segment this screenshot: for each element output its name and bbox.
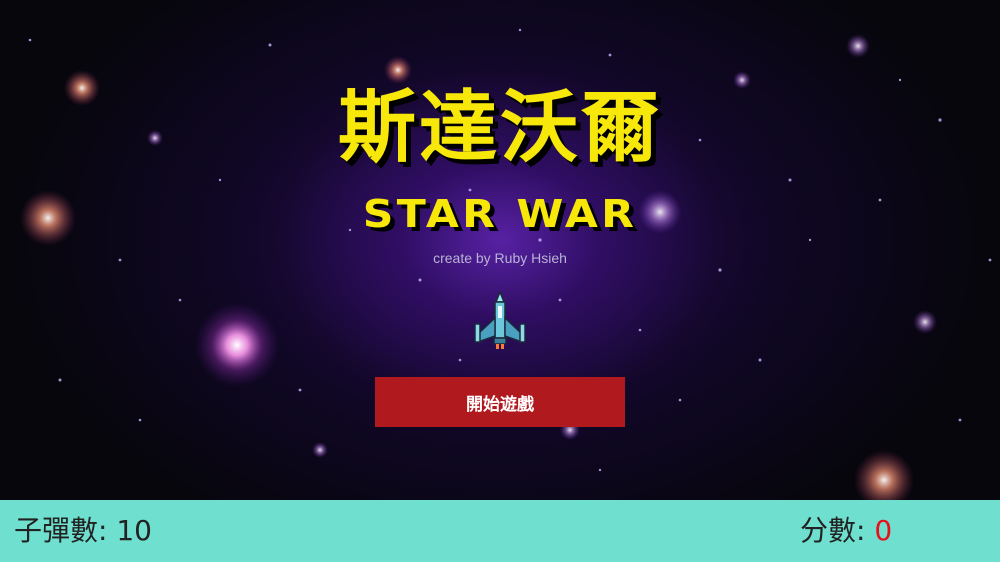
- ammo-label: 子彈數:: [14, 514, 108, 547]
- score-label: 分數:: [800, 514, 866, 547]
- spaceship-icon: [474, 290, 526, 349]
- ammo-value: 10: [116, 514, 152, 547]
- game-title-english: STAR WAR: [362, 192, 638, 236]
- ammo-counter: 子彈數: 10: [14, 500, 152, 562]
- score-counter: 分數: 0: [800, 500, 892, 562]
- start-game-button[interactable]: 開始遊戲: [375, 377, 625, 427]
- status-bar: 子彈數: 10 分數: 0: [0, 500, 1000, 562]
- score-value: 0: [874, 514, 893, 547]
- game-title-chinese: 斯達沃爾: [337, 83, 662, 173]
- author-credit: create by Ruby Hsieh: [433, 250, 567, 266]
